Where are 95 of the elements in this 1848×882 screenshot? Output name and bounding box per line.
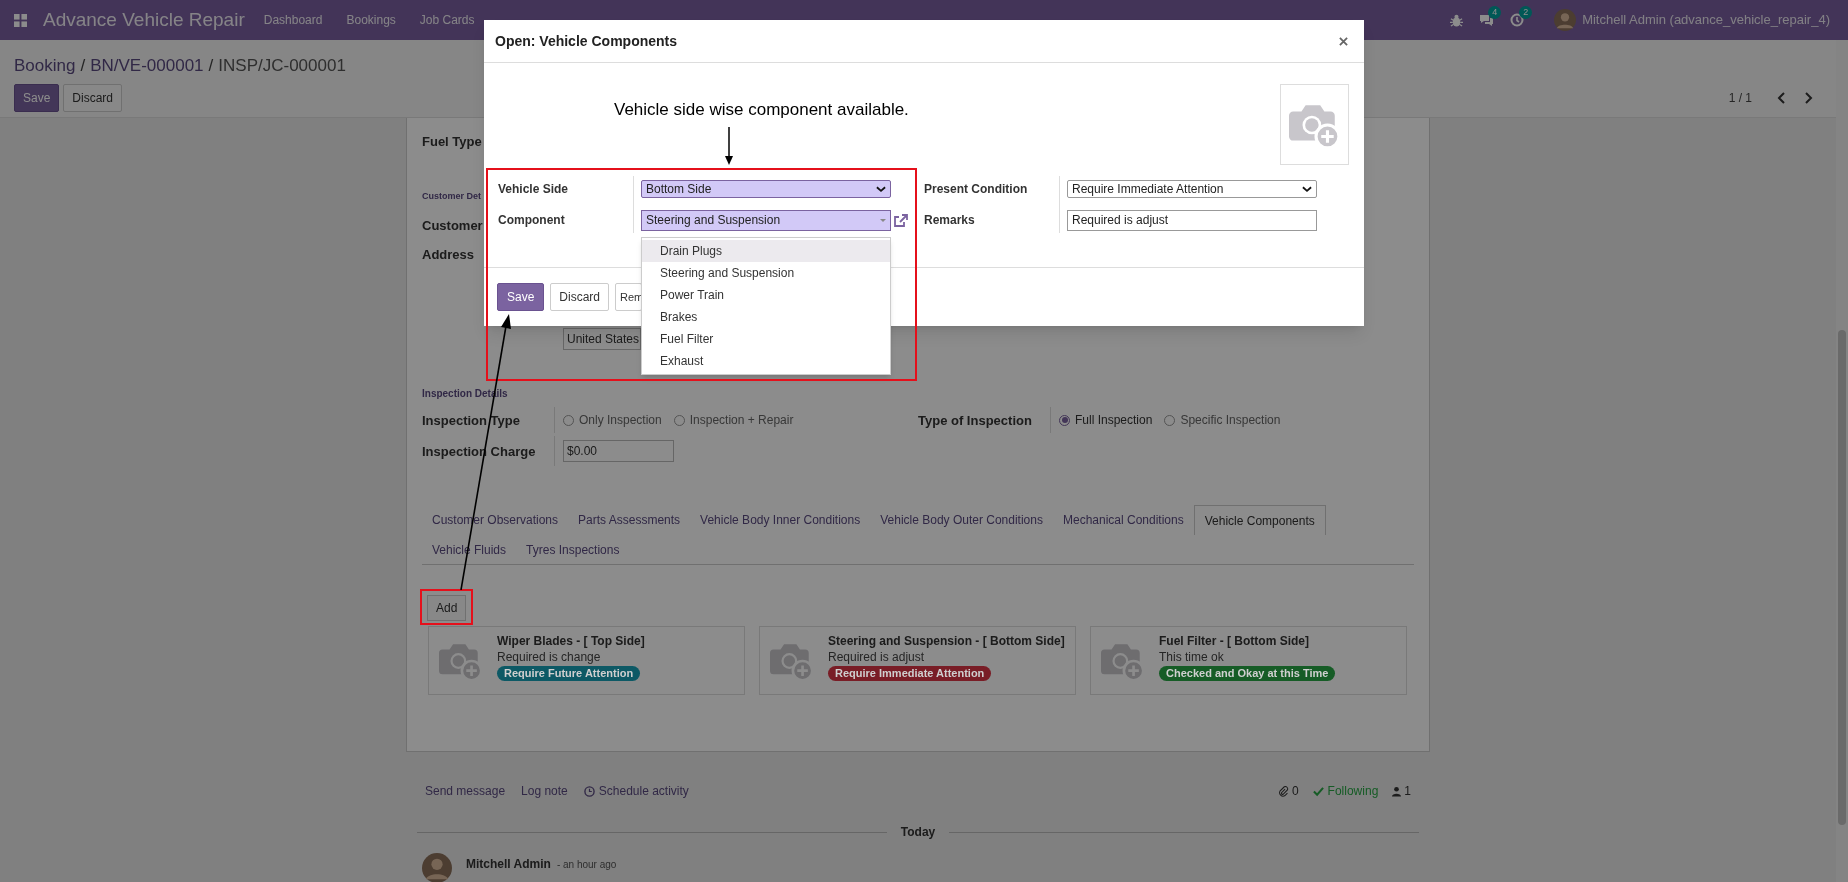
field-label: Fuel Type [422, 134, 482, 149]
chevron-down-icon [1302, 185, 1312, 193]
breadcrumb-separator: / [80, 55, 86, 78]
field-label: Inspection Type [422, 413, 520, 428]
input-field[interactable]: Required is adjust [1067, 209, 1317, 231]
chevron-down-icon [876, 185, 886, 193]
condition-badge: Checked and Okay at this Time [1159, 666, 1336, 681]
apps-menu-icon[interactable] [14, 13, 27, 27]
chatter-link[interactable]: Log note [521, 782, 568, 800]
breadcrumb-item[interactable]: Booking [14, 53, 76, 79]
card-remarks: This time ok [1159, 649, 1225, 665]
menu-item[interactable]: Dashboard [263, 11, 323, 29]
chat-icon[interactable] [1479, 13, 1495, 27]
count-badge: 2 [1519, 6, 1533, 19]
radio-label: Specific Inspection [1180, 412, 1281, 429]
next-icon[interactable] [1804, 92, 1814, 104]
dialog-title: Open: Vehicle Components [495, 31, 678, 51]
input-field[interactable]: $0.00 [563, 440, 674, 462]
bug-icon[interactable] [1450, 13, 1464, 27]
dropdown-field[interactable]: Steering and Suspension [641, 209, 891, 231]
card-remarks: Required is change [497, 649, 602, 665]
dropdown-option[interactable]: Steering and Suspension [642, 262, 890, 284]
tab[interactable]: Tyres Inspections [516, 535, 630, 564]
attachment-count: 0 [1291, 783, 1299, 800]
avatar-icon [422, 853, 452, 882]
field-label: Vehicle Side [498, 181, 570, 198]
dropdown-option[interactable]: Exhaust [642, 350, 890, 372]
dropdown-option[interactable]: Brakes [642, 306, 890, 328]
annotation-arrow [725, 127, 733, 165]
form-button[interactable]: Discard [63, 84, 123, 112]
breadcrumb-item: INSP/JC-000001 [218, 55, 346, 78]
card-title: Steering and Suspension - [ Bottom Side] [828, 633, 1065, 649]
tab[interactable]: Parts Assessments [568, 505, 691, 535]
date-divider: Today [900, 824, 936, 841]
message-author: Mitchell Admin [466, 856, 551, 873]
field-label: Customer [422, 218, 483, 233]
select-field[interactable]: Bottom Side [641, 180, 891, 198]
component-card[interactable]: Wiper Blades - [ Top Side] Required is change Require Future Attention [428, 626, 745, 695]
tab[interactable]: Vehicle Components [1193, 505, 1326, 535]
schedule-activity-link[interactable]: Schedule activity [583, 782, 689, 800]
breadcrumb-item[interactable]: BN/VE-000001 [90, 53, 204, 79]
previous-icon[interactable] [1776, 92, 1786, 104]
chatter-link[interactable]: Send message [425, 782, 506, 800]
dropdown-option[interactable]: Drain Plugs [642, 240, 890, 262]
user-icon[interactable] [1392, 785, 1402, 797]
clock-icon[interactable] [1510, 13, 1525, 27]
radio-button[interactable] [1164, 414, 1176, 426]
radio-button[interactable] [673, 414, 685, 426]
radio-button[interactable] [563, 414, 574, 426]
form-button[interactable]: Save [14, 84, 60, 112]
dropdown-option[interactable]: Power Train [642, 284, 890, 306]
dialog-button[interactable]: Discard [550, 283, 610, 311]
avatar-icon[interactable] [1554, 9, 1577, 31]
caret-icon [880, 218, 886, 222]
close-icon[interactable] [1339, 36, 1348, 46]
check-icon [1312, 785, 1324, 797]
dropdown-option[interactable]: Fuel Filter [642, 328, 890, 350]
field-label: Present Condition [924, 181, 1029, 198]
component-card[interactable]: Fuel Filter - [ Bottom Side] This time ok Checked and Okay at this Time [1090, 626, 1407, 695]
condition-badge: Require Future Attention [497, 666, 641, 681]
select-field[interactable]: Require Immediate Attention [1067, 180, 1317, 198]
tab[interactable]: Vehicle Body Outer Conditions [870, 505, 1053, 535]
field-label: Remarks [924, 212, 976, 229]
radio-label: Only Inspection [579, 412, 662, 429]
add-button[interactable]: Add [427, 595, 467, 621]
dialog-button[interactable]: Save [497, 283, 545, 311]
tab[interactable]: Mechanical Conditions [1052, 505, 1194, 535]
component-card[interactable]: Steering and Suspension - [ Bottom Side] Required is adjust Require Immediate Attention [759, 626, 1076, 695]
radio-label: Full Inspection [1075, 412, 1153, 429]
count-badge: 4 [1488, 6, 1502, 19]
card-title: Wiper Blades - [ Top Side] [497, 633, 645, 649]
pager-counter: 1 / 1 [1728, 90, 1752, 107]
external-link-icon[interactable] [893, 212, 909, 228]
card-remarks: Required is adjust [828, 649, 926, 665]
condition-badge: Require Immediate Attention [828, 666, 992, 681]
menu-item[interactable]: Job Cards [419, 11, 475, 29]
paperclip-icon[interactable] [1277, 785, 1289, 797]
field-label: Address [422, 247, 475, 262]
message-time: - an hour ago [556, 858, 617, 872]
highlight-frame [420, 589, 473, 625]
field-label: Component [498, 212, 566, 229]
section-heading: Customer Det [422, 190, 481, 203]
scrollbar[interactable] [1836, 40, 1848, 882]
tab[interactable]: Vehicle Body Inner Conditions [690, 505, 871, 535]
menu-item[interactable]: Bookings [346, 11, 396, 29]
radio-label: Inspection + Repair [689, 412, 794, 429]
field-label: Type of Inspection [918, 413, 1032, 428]
clock-icon [583, 785, 595, 797]
input-field[interactable]: United States [563, 328, 641, 350]
breadcrumb-separator: / [208, 55, 214, 78]
app-title: Advance Vehicle Repair [43, 7, 245, 32]
follower-count: 1 [1404, 783, 1411, 800]
user-name[interactable]: Mitchell Admin (advance_vehicle_repair_4) [1582, 10, 1830, 30]
annotation-text: Vehicle side wise component available. [614, 99, 909, 121]
card-title: Fuel Filter - [ Bottom Side] [1159, 633, 1310, 649]
